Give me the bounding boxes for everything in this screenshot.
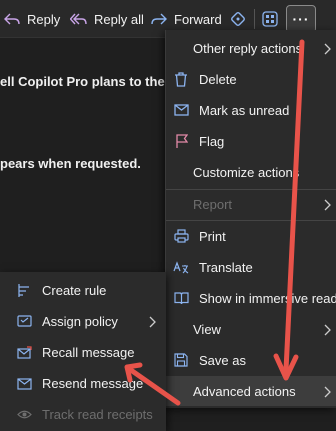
menu-item-label: Track read receipts [42,406,153,422]
menu-item-label: Flag [199,133,225,149]
menu-item-label: Translate [199,259,253,275]
forward-label: Forward [174,11,222,27]
menu-item-create-rule[interactable]: Create rule [16,275,106,305]
menu-item-view[interactable]: View [193,314,221,344]
menu-item-flag[interactable]: Flag [173,126,224,156]
menu-item-label: Other reply actions [193,40,303,56]
reply-button[interactable]: Reply [4,9,60,29]
menu-item-track-read-receipts: Track read receipts [16,399,153,429]
menu-item-label: Advanced actions [193,383,296,399]
advanced-actions-submenu: Create rule Assign policy Recall message… [0,272,166,431]
book-icon [173,290,189,306]
menu-item-advanced-actions[interactable]: Advanced actions [166,376,336,406]
eye-icon [16,406,32,422]
chevron-right-icon [324,199,331,211]
trash-icon [173,71,189,87]
menu-item-immersive-reader[interactable]: Show in immersive reader [173,283,336,313]
menu-item-label: Show in immersive reader [199,290,336,306]
printer-icon [173,228,189,244]
save-icon [173,352,189,368]
menu-item-resend-message[interactable]: Resend message [16,368,143,398]
reply-all-button[interactable]: Reply all [70,9,144,29]
reply-label: Reply [27,11,61,27]
email-body-line-2: pears when requested. [0,156,141,171]
envelope-icon [173,102,189,118]
reply-all-label: Reply all [94,11,144,27]
chevron-right-icon [324,386,331,398]
more-actions-button[interactable]: ··· [286,5,316,33]
recall-icon [16,344,32,360]
tag-icon[interactable] [227,8,249,30]
menu-item-label: Recall message [42,344,135,360]
menu-item-save-as[interactable]: Save as [173,345,246,375]
more-actions-menu: Other reply actions Delete Mark as unrea… [165,30,336,408]
menu-item-delete[interactable]: Delete [173,64,237,94]
menu-item-other-reply-actions[interactable]: Other reply actions [193,33,333,63]
menu-item-label: Customize actions [193,164,300,180]
menu-item-label: Save as [199,352,246,368]
chevron-right-icon [149,316,156,328]
menu-item-label: Resend message [42,375,144,391]
resend-icon [16,375,32,391]
menu-item-assign-policy[interactable]: Assign policy [16,306,118,336]
menu-item-label: Report [193,196,233,212]
menu-item-label: Print [199,228,226,244]
menu-item-print[interactable]: Print [173,221,226,251]
forward-icon [151,13,167,25]
reply-all-icon [70,13,87,25]
menu-separator [166,189,336,190]
forward-button[interactable]: Forward [151,9,222,29]
menu-item-customize-actions[interactable]: Customize actions [193,157,299,187]
toolbar-divider [254,9,255,29]
menu-item-label: Create rule [42,282,107,298]
menu-item-label: Delete [199,71,237,87]
more-icon: ··· [292,11,310,27]
flag-icon [173,133,189,149]
menu-item-label: Assign policy [42,313,118,329]
reply-icon [4,13,20,25]
chevron-right-icon [324,43,331,55]
menu-item-translate[interactable]: Translate [173,252,253,282]
policy-icon [16,313,32,329]
apps-icon[interactable] [259,8,281,30]
chevron-right-icon [324,324,331,336]
rule-icon [16,282,32,298]
menu-item-recall-message[interactable]: Recall message [16,337,135,367]
menu-item-label: Mark as unread [199,102,290,118]
translate-icon [173,259,189,275]
menu-item-mark-unread[interactable]: Mark as unread [173,95,289,125]
email-body-line-1: ell Copilot Pro plans to the pe [0,74,170,89]
menu-item-label: View [193,321,221,337]
menu-item-report: Report [193,189,232,219]
